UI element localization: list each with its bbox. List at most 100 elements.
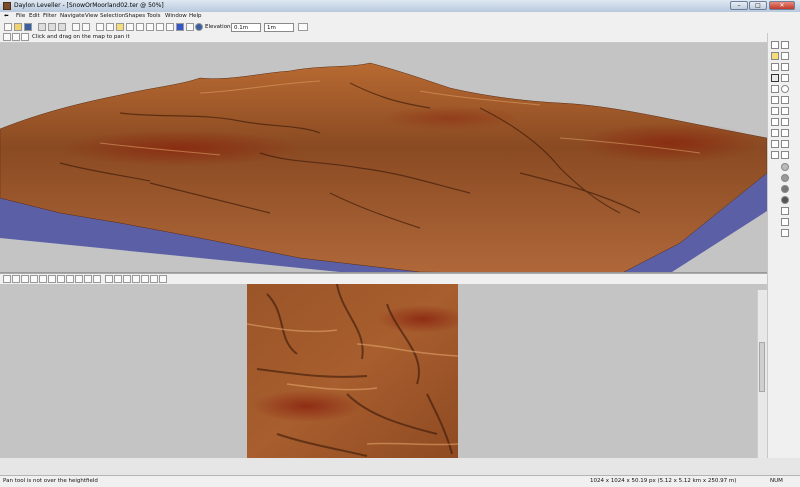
info-icon[interactable] (195, 23, 203, 31)
app-icon (3, 2, 11, 10)
raise-tool-icon[interactable] (781, 129, 789, 137)
pan-tool-icon[interactable] (771, 74, 779, 82)
measure-tool-icon[interactable] (781, 151, 789, 159)
grid-tool-icon[interactable] (781, 229, 789, 237)
map-camera-icon[interactable] (57, 275, 65, 283)
dot-tool-4-icon[interactable] (781, 196, 789, 204)
brush-icon[interactable] (156, 23, 164, 31)
cut-icon[interactable] (38, 23, 46, 31)
menu-selection[interactable]: Selection (100, 13, 125, 19)
map-settings-icon[interactable] (150, 275, 158, 283)
map-layer-icon[interactable] (159, 275, 167, 283)
scrollbar-thumb[interactable] (759, 342, 765, 392)
map-fill-icon[interactable] (30, 275, 38, 283)
heightfield-map (247, 284, 458, 458)
grid-icon[interactable] (96, 23, 104, 31)
view-wire-icon[interactable] (12, 33, 20, 41)
map-vertical-scrollbar[interactable] (757, 290, 767, 458)
map-rotate-icon[interactable] (123, 275, 131, 283)
map-zoom-icon[interactable] (66, 275, 74, 283)
map-info-icon[interactable] (141, 275, 149, 283)
undo-icon[interactable] (72, 23, 80, 31)
smooth-tool-icon[interactable] (771, 129, 779, 137)
map-pen-icon[interactable] (21, 275, 29, 283)
dot-tool-1-icon[interactable] (781, 163, 789, 171)
text-tool-icon[interactable] (771, 151, 779, 159)
fill-tool-icon[interactable] (781, 118, 789, 126)
zoom-tool-icon[interactable] (771, 63, 779, 71)
open-icon[interactable] (14, 23, 22, 31)
ellipse-tool-icon[interactable] (781, 85, 789, 93)
window-title: Daylon Leveller - [SnowOrMoorland02.ter … (14, 2, 164, 9)
new-icon[interactable] (4, 23, 12, 31)
map-light-icon[interactable] (48, 275, 56, 283)
texture-icon[interactable] (166, 23, 174, 31)
curve-tool-icon[interactable] (781, 107, 789, 115)
menu-shapes[interactable]: Shapes (125, 13, 145, 19)
rect-tool-icon[interactable] (781, 74, 789, 82)
bottom-panel (0, 458, 800, 475)
light-icon[interactable] (116, 23, 124, 31)
pan-icon[interactable] (136, 23, 144, 31)
polygon-tool-icon[interactable] (781, 96, 789, 104)
map-select-icon[interactable] (75, 275, 83, 283)
map-grid-icon[interactable] (3, 275, 11, 283)
heightfield-map-view[interactable] (0, 284, 767, 458)
menu-edit[interactable]: Edit (29, 13, 40, 19)
map-move-icon[interactable] (114, 275, 122, 283)
menu-tools[interactable]: Tools (147, 13, 161, 19)
menu-file[interactable]: File (16, 13, 25, 19)
menu-navigate[interactable]: Navigate (60, 13, 85, 19)
close-button[interactable]: ✕ (769, 1, 795, 10)
menu-icon[interactable]: ⬅ (4, 13, 9, 19)
dot-tool-3-icon[interactable] (781, 185, 789, 193)
map-wire-icon[interactable] (12, 275, 20, 283)
copy-icon[interactable] (48, 23, 56, 31)
map-arrow-icon[interactable] (105, 275, 113, 283)
view-grid-icon[interactable] (3, 33, 11, 41)
camera-icon[interactable] (126, 23, 134, 31)
paste-icon[interactable] (58, 23, 66, 31)
paint-tool-icon[interactable] (771, 52, 779, 60)
maximize-button[interactable]: □ (749, 1, 767, 10)
hand-tool-icon[interactable] (781, 63, 789, 71)
cut-tool-icon[interactable] (781, 52, 789, 60)
map-scale-icon[interactable] (132, 275, 140, 283)
map-brush-icon[interactable] (84, 275, 92, 283)
selection-icon[interactable] (176, 23, 184, 31)
num-lock-indicator: NUM (770, 478, 783, 484)
minimize-button[interactable]: – (730, 1, 748, 10)
fill-icon[interactable] (106, 23, 114, 31)
map-color-icon[interactable] (93, 275, 101, 283)
map-paint-icon[interactable] (39, 275, 47, 283)
help-icon[interactable] (186, 23, 194, 31)
stamp-tool-icon[interactable] (771, 140, 779, 148)
perspective-view[interactable] (0, 43, 767, 273)
redo-icon[interactable] (82, 23, 90, 31)
view-pen-icon[interactable] (21, 33, 29, 41)
status-bar: Pan tool is not over the heightfield 102… (0, 475, 800, 487)
arrow-tool-icon[interactable] (771, 41, 779, 49)
elevation-max-field[interactable]: 1m (264, 22, 294, 32)
erase-tool-icon[interactable] (771, 118, 779, 126)
heightfield-size: 1024 x 1024 x 50.19 px (5.12 x 5.12 km x… (590, 478, 737, 484)
status-text: Pan tool is not over the heightfield (3, 478, 98, 484)
elevation-apply-button[interactable] (298, 23, 308, 31)
hint-text: Click and drag on the map to pan it (32, 34, 130, 40)
menu-help[interactable]: Help (189, 13, 202, 19)
line-tool-icon[interactable] (771, 107, 779, 115)
save-icon[interactable] (24, 23, 32, 31)
menu-view[interactable]: View (85, 13, 98, 19)
lasso-tool-icon[interactable] (781, 41, 789, 49)
view-toolbar: Click and drag on the map to pan it (0, 33, 767, 43)
triangle-tool-icon[interactable] (781, 207, 789, 215)
cube-tool-icon[interactable] (781, 218, 789, 226)
menu-window[interactable]: Window (165, 13, 187, 19)
elevation-min-field[interactable]: 0.1m (231, 22, 261, 32)
dot-tool-2-icon[interactable] (781, 174, 789, 182)
shape-tool-icon[interactable] (781, 140, 789, 148)
menu-filter[interactable]: Filter (43, 13, 57, 19)
zoom-icon[interactable] (146, 23, 154, 31)
pencil-tool-icon[interactable] (771, 96, 779, 104)
brush-tool-icon[interactable] (771, 85, 779, 93)
